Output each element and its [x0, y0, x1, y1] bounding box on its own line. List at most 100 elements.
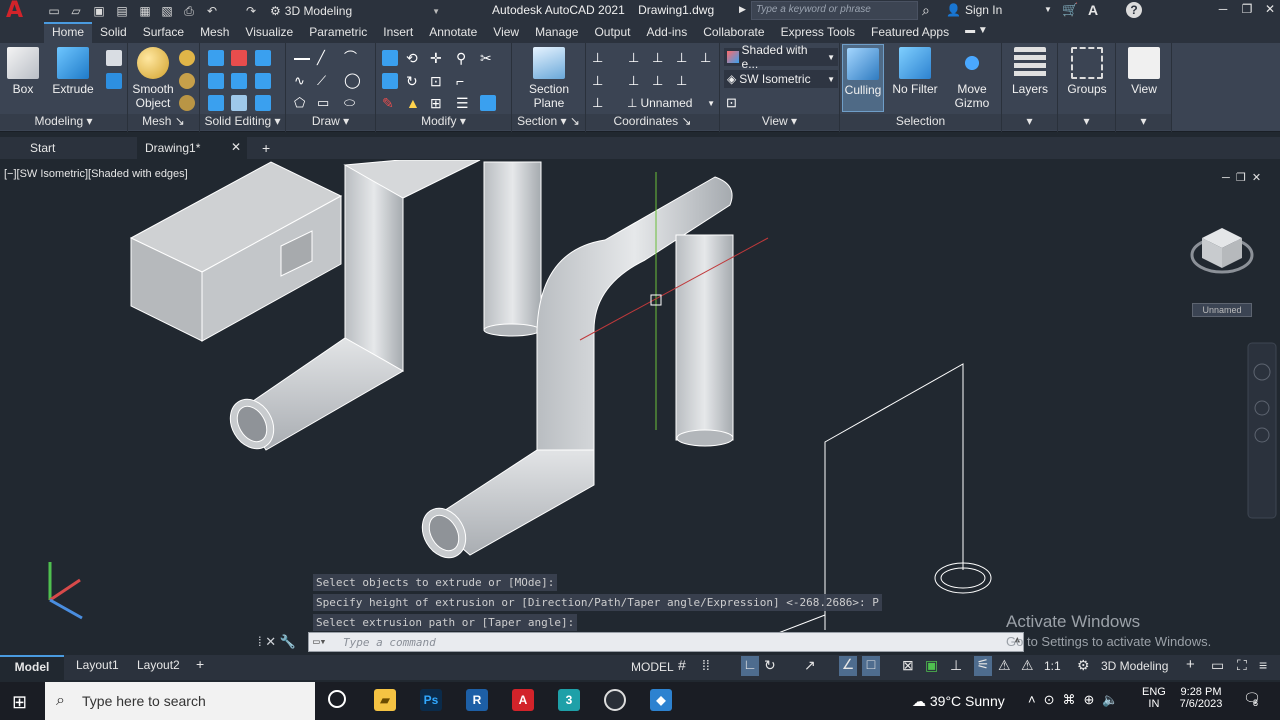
panel-label-modify[interactable]: Modify ▾ — [376, 114, 511, 130]
groups-expand[interactable]: ▾ — [1058, 114, 1115, 130]
gear-icon[interactable]: ⚙ — [1077, 657, 1090, 674]
polyline-icon[interactable] — [294, 50, 310, 60]
fillet-edge-icon[interactable] — [231, 95, 247, 111]
tab-collaborate[interactable]: Collaborate — [695, 22, 772, 43]
chevron-right-icon[interactable]: ▶ — [739, 4, 746, 15]
slice-icon[interactable] — [208, 73, 224, 89]
cart-icon[interactable]: 🛒 — [1062, 2, 1078, 18]
ortho-icon[interactable]: ∟ — [741, 656, 759, 676]
cortana-icon[interactable] — [328, 690, 346, 708]
ucs-object-icon[interactable]: ⊥ — [592, 73, 608, 89]
revit-icon[interactable]: R — [466, 689, 488, 711]
viewport-config-icon[interactable]: ⊡ — [726, 95, 742, 111]
triangle-icon[interactable]: ▲ — [406, 95, 422, 111]
layers-button[interactable]: Layers — [1008, 47, 1052, 96]
tab-featured-apps[interactable]: Featured Apps — [863, 22, 957, 43]
command-line-handle-icon[interactable]: ⁞ ✕ 🔧 — [258, 634, 296, 650]
ucs-y-icon[interactable]: ⊥ — [676, 50, 692, 66]
search-icon[interactable]: ⌕ — [922, 2, 930, 19]
close-icon[interactable]: ✕ — [231, 140, 241, 154]
refine-mesh-icon[interactable] — [179, 95, 195, 111]
viewcube-ucs-menu[interactable]: Unnamed — [1192, 303, 1252, 317]
pipe-bend[interactable] — [414, 176, 734, 566]
sign-in-button[interactable]: 👤 Sign In — [946, 3, 1002, 17]
extrude-button[interactable]: Extrude — [50, 47, 96, 96]
layers-expand[interactable]: ▾ — [1002, 114, 1057, 130]
help-icon[interactable]: ? — [1126, 2, 1142, 18]
tab-home[interactable]: Home — [44, 22, 93, 43]
minimize-icon[interactable]: ─ — [1214, 2, 1232, 20]
union-icon[interactable] — [208, 50, 224, 66]
ucs-dropdown[interactable]: ⊥ Unnamed ▼ — [624, 94, 718, 112]
tab-manage[interactable]: Manage — [527, 22, 586, 43]
fillet-icon[interactable]: ⌐ — [456, 73, 472, 89]
view-button[interactable]: View — [1124, 47, 1164, 96]
ucs-x-icon[interactable]: ⊥ — [652, 50, 668, 66]
viewport-controls-label[interactable]: [−][SW Isometric][Shaded with edges] — [4, 168, 188, 180]
dynamic-ucs-icon[interactable]: ⚟ — [974, 656, 992, 676]
ucs-icon[interactable]: ⊥ — [592, 50, 608, 66]
spline-icon[interactable]: ∿ — [294, 73, 310, 89]
annotation-visibility-icon[interactable]: ⚠ — [998, 657, 1011, 674]
command-recent-icon[interactable]: ▭▾ — [313, 635, 326, 648]
recorder-icon[interactable] — [604, 689, 626, 711]
tab-add-ins[interactable]: Add-ins — [639, 22, 696, 43]
fullscreen-icon[interactable]: ⛶ — [1237, 657, 1247, 674]
viewport-restore-icon[interactable]: ❐ — [1236, 172, 1246, 184]
smooth-more-icon[interactable] — [179, 50, 195, 66]
move-gizmo-button[interactable]: Move Gizmo — [948, 47, 996, 110]
view-expand[interactable]: ▾ — [1116, 114, 1171, 130]
panel-label-view[interactable]: View ▾ — [720, 114, 839, 130]
object-snap-icon[interactable]: □ — [862, 656, 880, 676]
scale-icon[interactable]: ⚲ — [456, 50, 472, 66]
tab-parametric[interactable]: Parametric — [301, 22, 375, 43]
language-indicator[interactable]: ENG IN — [1142, 686, 1166, 710]
rectangle-icon[interactable]: ▭ — [317, 95, 333, 111]
ribbon-minimize-icon[interactable]: ▬ ▼ — [957, 22, 996, 43]
viewport-minimize-icon[interactable]: ─ — [1222, 172, 1230, 184]
save-icon[interactable]: ▣ — [91, 3, 107, 19]
selection-cycling-icon[interactable]: ▣ — [925, 657, 938, 674]
save-as-icon[interactable]: ▤ — [114, 3, 130, 19]
smooth-less-icon[interactable] — [179, 73, 195, 89]
viewport-close-icon[interactable]: ✕ — [1252, 172, 1261, 184]
3dsmax-icon[interactable]: 3 — [558, 689, 580, 711]
erase-icon[interactable]: ✎ — [382, 95, 398, 111]
tab-solid[interactable]: Solid — [92, 22, 135, 43]
groups-button[interactable]: Groups — [1064, 47, 1110, 96]
trim-icon[interactable]: ✂ — [480, 50, 496, 66]
mirror-icon[interactable]: ⊡ — [430, 73, 446, 89]
undo-icon[interactable]: ↶ — [204, 3, 220, 19]
weather-widget[interactable]: ☁ 39°C Sunny — [912, 693, 1005, 710]
panel-label-modeling[interactable]: Modeling ▾ — [0, 114, 127, 130]
new-file-icon[interactable]: ▭ — [46, 3, 62, 19]
culling-button[interactable]: Culling — [842, 44, 884, 112]
align-3d-icon[interactable]: ✛ — [430, 50, 446, 66]
drawing-tab[interactable]: Drawing1* ✕ — [137, 137, 247, 159]
add-layout-icon[interactable]: + — [196, 656, 204, 672]
ucs-view-icon[interactable]: ⊥ — [652, 73, 668, 89]
tab-layout2[interactable]: Layout2 — [137, 658, 180, 672]
tab-visualize[interactable]: Visualize — [237, 22, 301, 43]
tab-surface[interactable]: Surface — [135, 22, 192, 43]
3d-osnap-icon[interactable]: ⊥ — [950, 657, 962, 674]
view-direction-dropdown[interactable]: ◈ SW Isometric ▼ — [724, 70, 838, 88]
offset-icon[interactable]: ☰ — [456, 95, 472, 111]
windows-start-icon[interactable]: ⊞ — [12, 692, 27, 713]
autocad-taskbar-icon[interactable]: A — [512, 689, 534, 711]
subtract-icon[interactable] — [231, 50, 247, 66]
tab-express-tools[interactable]: Express Tools — [773, 22, 863, 43]
ucs-origin-icon[interactable]: ⊥ — [676, 73, 692, 89]
stretch-icon[interactable]: ⊞ — [430, 95, 446, 111]
transparency-icon[interactable]: ⊠ — [902, 657, 914, 674]
visual-style-dropdown[interactable]: Shaded with e... ▼ — [724, 43, 838, 71]
clock[interactable]: 9:28 PM 7/6/2023 — [1174, 686, 1228, 710]
plot-icon[interactable]: ⎙ — [181, 3, 197, 19]
arc-icon[interactable]: ⌒ — [344, 50, 360, 66]
taskbar-search[interactable]: ⌕ Type here to search — [45, 682, 315, 720]
help-search-input[interactable]: Type a keyword or phrase — [751, 1, 918, 20]
separate-icon[interactable] — [255, 95, 271, 111]
tab-insert[interactable]: Insert — [375, 22, 421, 43]
open-file-icon[interactable]: ▱ — [68, 3, 84, 19]
photoshop-icon[interactable]: Ps — [420, 689, 442, 711]
